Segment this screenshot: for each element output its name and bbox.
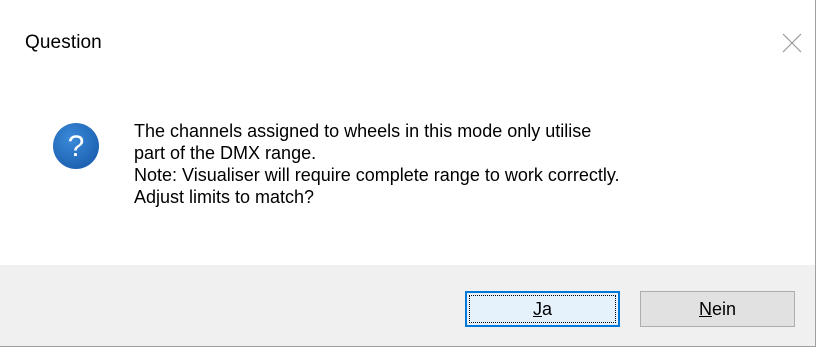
message-line: The channels assigned to wheels in this … bbox=[134, 121, 592, 141]
button-bar: Ja Nein bbox=[0, 265, 815, 346]
title-bar[interactable]: Question bbox=[0, 0, 815, 88]
yes-button-label: Ja bbox=[533, 299, 552, 320]
no-button[interactable]: Nein bbox=[640, 291, 795, 327]
yes-button[interactable]: Ja bbox=[465, 291, 620, 327]
svg-text:?: ? bbox=[68, 130, 85, 163]
question-dialog: Question ? The channels assigned to whee… bbox=[0, 0, 816, 347]
message-line: Adjust limits to match? bbox=[134, 187, 315, 207]
no-accelerator: N bbox=[698, 298, 712, 319]
no-label-rest: ein bbox=[711, 298, 737, 319]
no-button-label: Nein bbox=[699, 299, 736, 320]
yes-accelerator: J bbox=[532, 298, 542, 319]
dialog-content: ? The channels assigned to wheels in thi… bbox=[0, 88, 815, 265]
question-icon: ? bbox=[53, 123, 99, 169]
close-icon bbox=[782, 33, 802, 53]
dialog-message: The channels assigned to wheels in this … bbox=[134, 120, 794, 208]
yes-label-rest: a bbox=[541, 298, 552, 319]
message-line: Note: Visualiser will require complete r… bbox=[134, 165, 620, 185]
close-button[interactable] bbox=[770, 22, 814, 64]
message-line: part of the DMX range. bbox=[134, 143, 317, 163]
dialog-title: Question bbox=[25, 32, 102, 53]
